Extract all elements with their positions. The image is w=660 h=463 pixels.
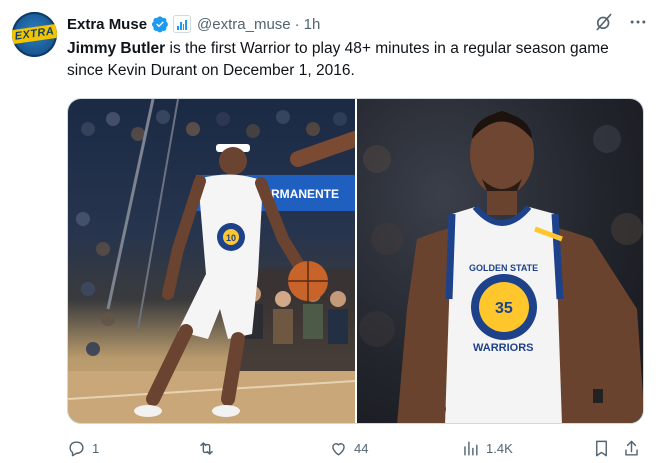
right-jersey-team-top: GOLDEN STATE [469,263,538,273]
verified-badge-icon [152,16,168,33]
share-icon [625,440,638,456]
photo-kevin-durant[interactable]: 35 GOLDEN STATE WARRIORS [357,99,643,423]
tweet-bold-name[interactable]: Jimmy Butler [67,40,165,57]
tweet-text: Jimmy Butler is the first Warrior to pla… [67,38,642,82]
like-count: 44 [354,440,369,456]
affiliate-badge-icon[interactable] [173,15,192,33]
avatar-logo-band: EXTRA [12,23,57,45]
reply-count: 1 [92,440,100,456]
photo-right-illustration: 35 GOLDEN STATE WARRIORS [359,111,643,423]
tweet-timestamp[interactable]: 1h [304,16,321,33]
retweet-icon [200,441,213,455]
share-button[interactable] [622,439,641,458]
photo-left-illustration: R PERMANENTE 10 [68,99,355,423]
more-options-icon[interactable] [628,12,648,32]
like-button[interactable]: 44 [329,439,368,458]
bookmark-button[interactable] [592,439,611,458]
retweet-button[interactable] [197,439,222,458]
bookmark-icon [596,440,607,456]
author-handle[interactable]: @extra_muse [197,16,291,33]
heart-icon [332,442,345,456]
grok-icon[interactable] [594,12,614,32]
tweet-actions: 1 44 1.4K [67,433,642,463]
right-jersey-number: 35 [495,300,513,317]
header-separator: · [294,15,300,33]
views-chart-icon [464,440,478,456]
views-count: 1.4K [486,440,513,456]
photo-jimmy-butler[interactable]: R PERMANENTE 10 [68,99,355,423]
tweet-header: Extra Muse @extra_muse · 1h [67,12,648,36]
right-jersey-team-bottom: WARRIORS [473,342,534,354]
views-button[interactable]: 1.4K [461,439,513,458]
reply-icon [69,440,84,456]
author-avatar[interactable]: EXTRA [12,12,57,57]
left-jersey-number: 10 [226,233,236,243]
tweet-media: R PERMANENTE 10 35 GOLDEN STATE WARRIORS [67,98,644,424]
avatar-logo-text: EXTRA [13,25,56,43]
author-name[interactable]: Extra Muse [67,16,147,33]
reply-button[interactable]: 1 [67,439,99,458]
